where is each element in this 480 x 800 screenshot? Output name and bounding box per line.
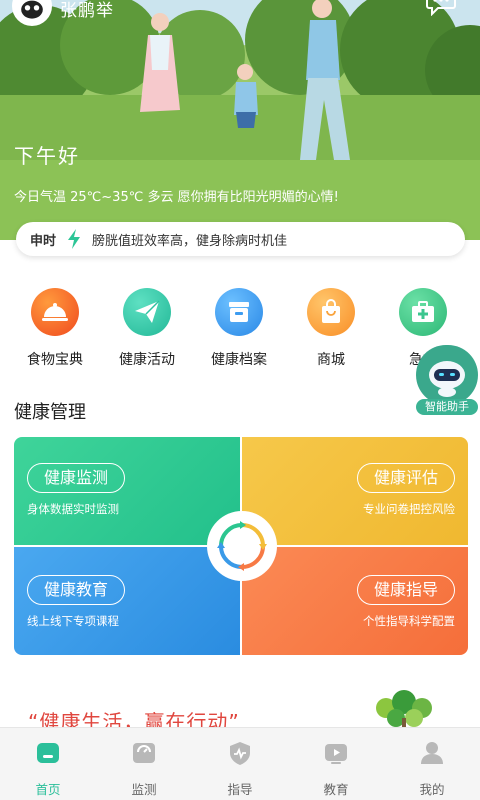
tab-label: 指导 — [227, 782, 253, 797]
tip-time-label: 申时 — [30, 233, 57, 249]
health-management-grid: 健康监测 身体数据实时监测 健康评估 专业问卷把控风险 健康教育 线上线下专项课… — [14, 437, 468, 655]
tile-subtitle: 身体数据实时监测 — [27, 502, 119, 516]
message-icon[interactable] — [426, 0, 456, 16]
shopping-bag-icon — [307, 288, 355, 336]
tab-label: 监测 — [131, 782, 157, 797]
weather-text: 今日气温 25℃~35℃ 多云 愿你拥有比阳光明媚的心情! — [14, 190, 339, 205]
bottom-tab-bar: 首页 监测 指导 教育 我的 — [0, 727, 480, 800]
home-screen: 张鹏举 下午好 今日气温 25℃~35℃ 多云 愿你拥有比阳光明媚的心情! 申时… — [0, 0, 480, 800]
tab-monitor[interactable]: 监测 — [96, 728, 192, 800]
tile-title: 健康评估 — [356, 463, 455, 493]
robot-icon — [416, 345, 478, 405]
quick-link-label: 健康活动 — [119, 352, 175, 368]
monitor-icon — [133, 743, 155, 763]
hero-banner: 张鹏举 下午好 今日气温 25℃~35℃ 多云 愿你拥有比阳光明媚的心情! — [0, 0, 480, 240]
tree-illustration — [376, 690, 432, 732]
tab-label: 教育 — [323, 782, 349, 797]
lightning-icon — [68, 229, 81, 249]
cloche-icon — [31, 288, 79, 336]
cycle-arrows-icon — [207, 511, 277, 581]
user-icon — [421, 742, 443, 764]
quick-link-label: 食物宝典 — [27, 352, 83, 368]
quick-links: 食物宝典 健康活动 健康档案 商城 急救 — [0, 288, 480, 378]
home-icon — [37, 743, 59, 763]
quick-link-mall[interactable]: 商城 — [285, 288, 377, 369]
quick-link-label: 健康档案 — [211, 352, 267, 368]
tab-education[interactable]: 教育 — [288, 728, 384, 800]
tab-home[interactable]: 首页 — [0, 728, 96, 800]
video-play-icon — [325, 744, 347, 764]
tile-subtitle: 专业问卷把控风险 — [363, 502, 455, 516]
tile-title: 健康监测 — [27, 463, 126, 493]
guide-shield-icon — [230, 742, 250, 765]
paper-plane-icon — [123, 288, 171, 336]
quick-link-activity[interactable]: 健康活动 — [101, 288, 193, 369]
first-aid-kit-icon — [399, 288, 447, 336]
tile-title: 健康指导 — [356, 575, 455, 605]
tile-subtitle: 个性指导科学配置 — [363, 614, 455, 628]
tab-label: 我的 — [419, 782, 445, 797]
tab-guide[interactable]: 指导 — [192, 728, 288, 800]
assistant-button[interactable]: 智能助手 — [416, 345, 478, 417]
username[interactable]: 张鹏举 — [60, 0, 114, 21]
tip-text: 膀胱值班效率高，健身除病时机佳 — [92, 233, 288, 249]
tab-profile[interactable]: 我的 — [384, 728, 480, 800]
tile-title: 健康教育 — [27, 575, 126, 605]
file-box-icon — [215, 288, 263, 336]
avatar-panda-icon — [14, 0, 50, 24]
greeting-text: 下午好 — [14, 144, 80, 168]
health-tip-card[interactable]: 申时 膀胱值班效率高，健身除病时机佳 — [16, 222, 465, 256]
quick-link-food[interactable]: 食物宝典 — [9, 288, 101, 369]
quick-link-records[interactable]: 健康档案 — [193, 288, 285, 369]
section-title: 健康管理 — [14, 402, 86, 423]
tab-label: 首页 — [35, 782, 61, 797]
tile-subtitle: 线上线下专项课程 — [27, 614, 119, 628]
quick-link-label: 商城 — [317, 352, 345, 368]
assistant-label: 智能助手 — [416, 399, 478, 415]
